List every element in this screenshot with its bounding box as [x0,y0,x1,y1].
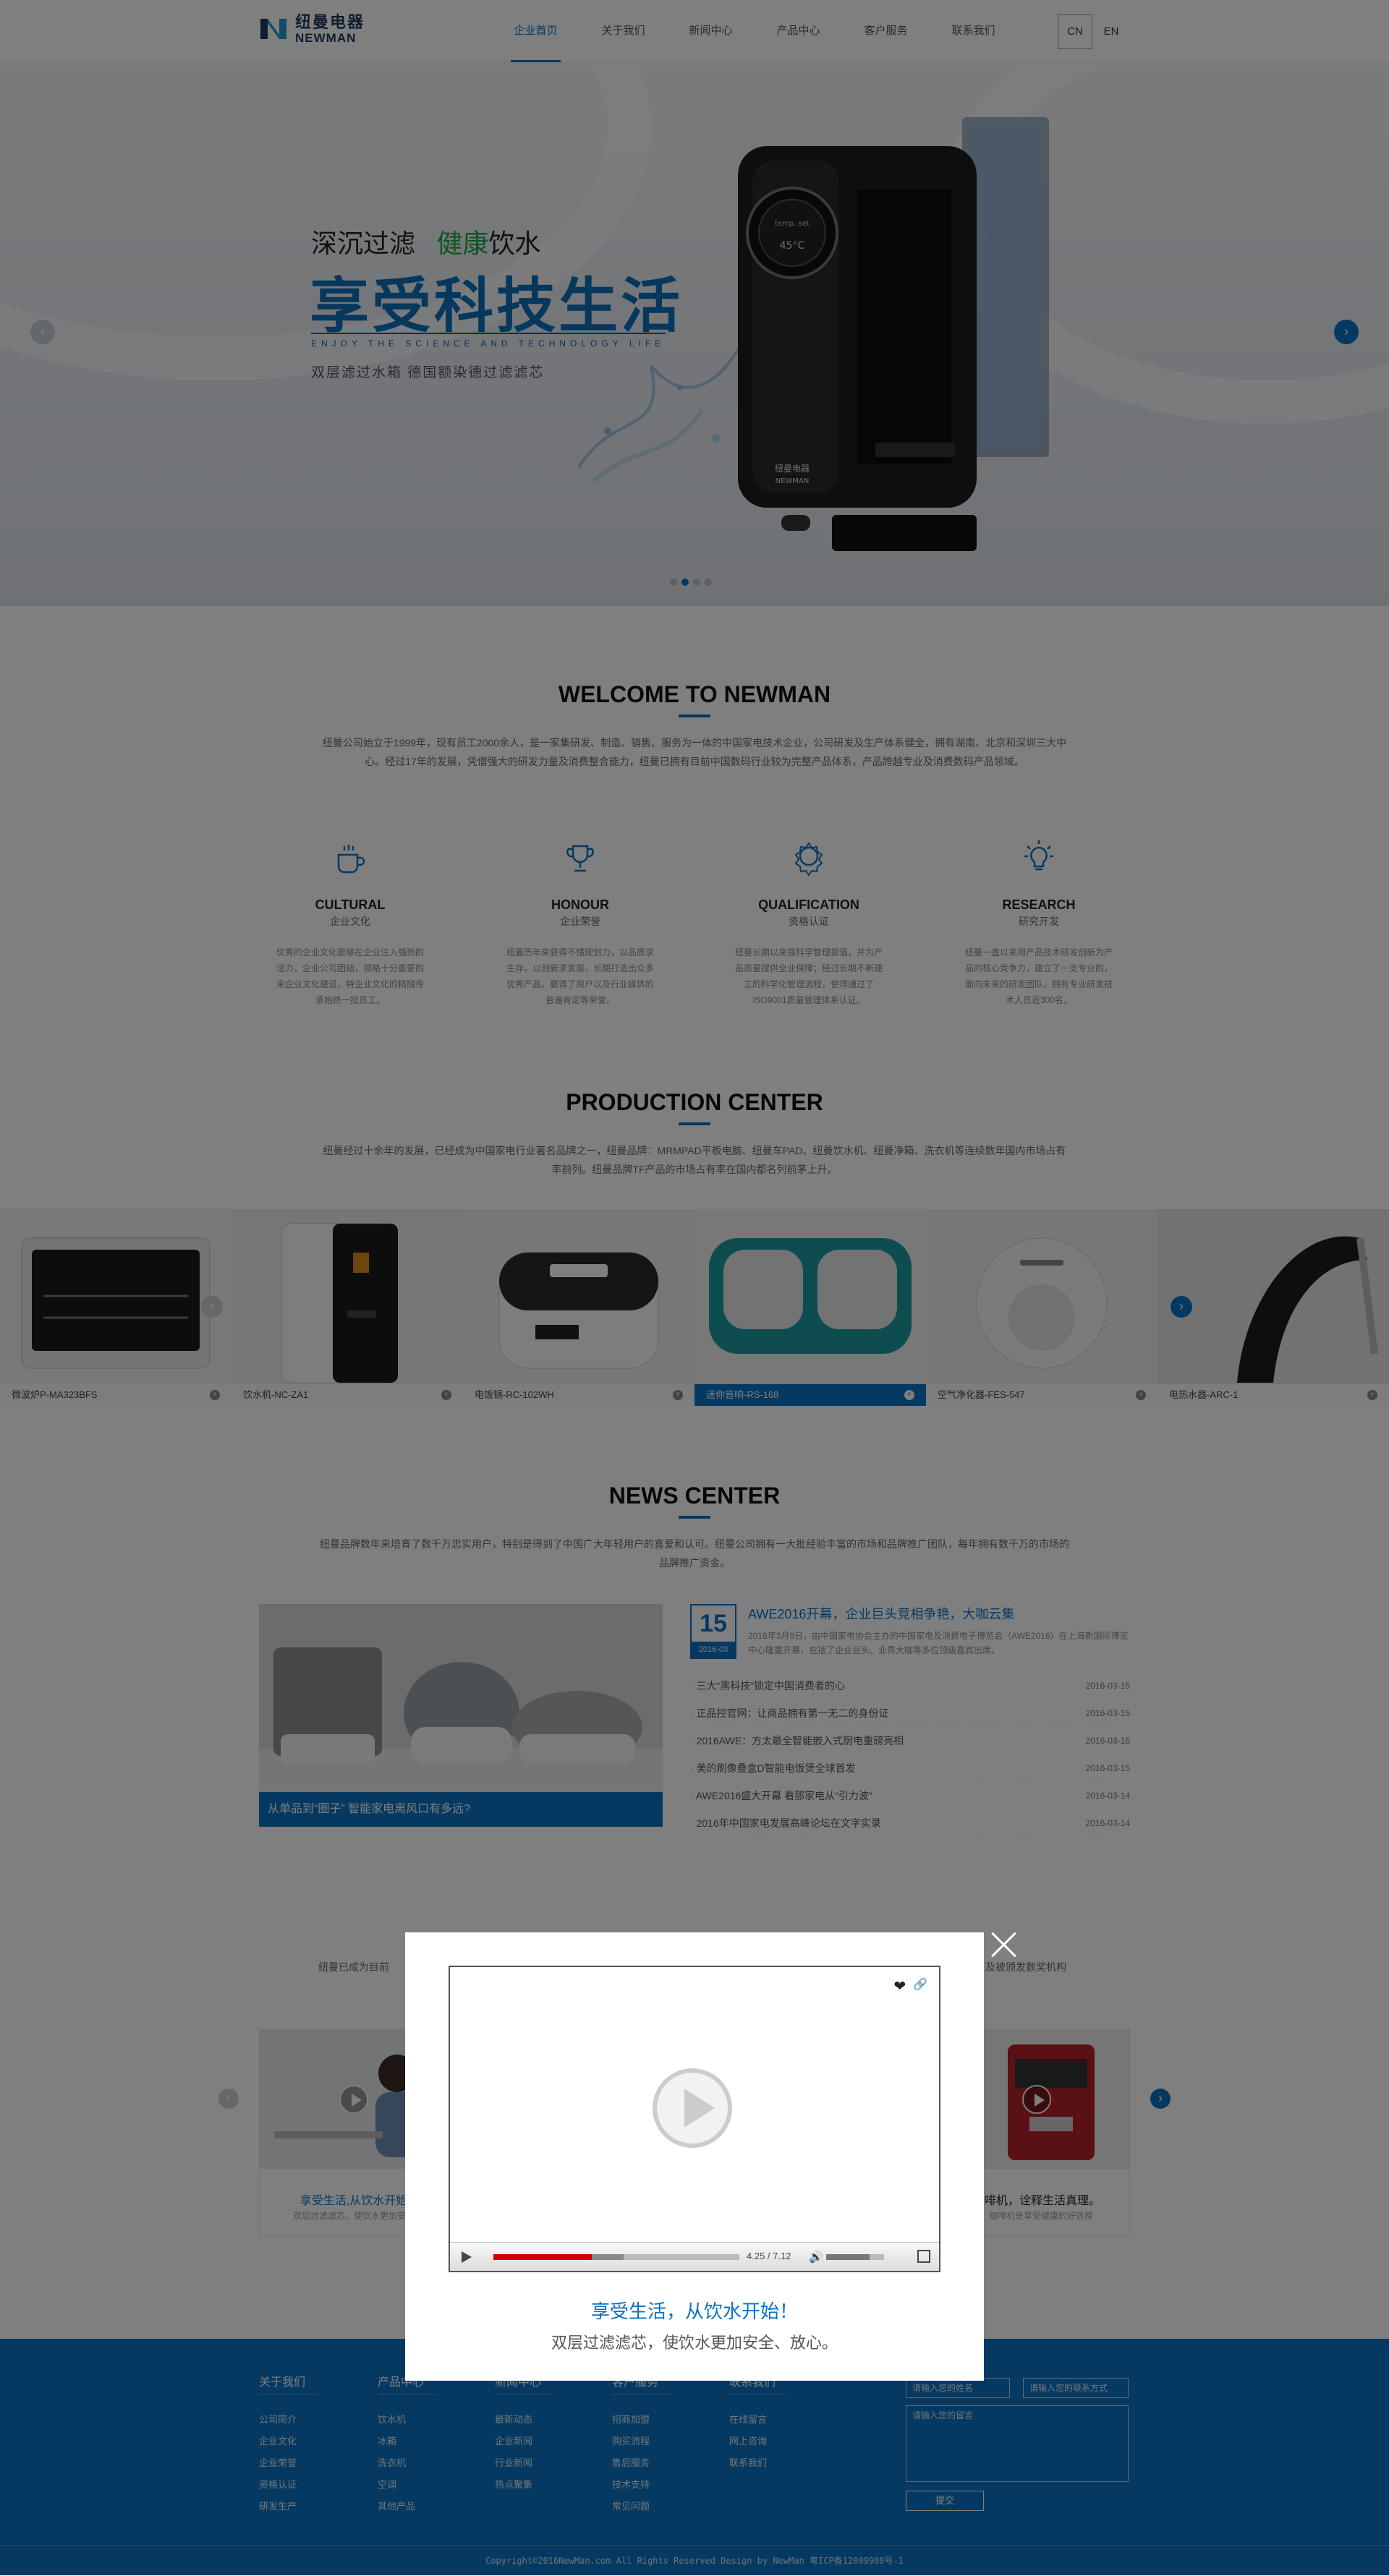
modal-title: 享受生活，从饮水开始！ [590,2300,798,2322]
player-controls: 4.25 / 7.12 🔊 [450,2242,939,2271]
volume-slider[interactable] [826,2254,884,2260]
video-player[interactable]: ❤ 🔗 4.25 / 7.12 🔊 [449,1966,940,2272]
player-top-icons: ❤ 🔗 [893,1977,927,1995]
link-icon[interactable]: 🔗 [913,1977,927,1995]
fullscreen-icon[interactable] [917,2250,930,2263]
heart-icon[interactable]: ❤ [893,1977,906,1995]
close-icon[interactable] [987,1928,1020,1961]
volume-fill [826,2254,870,2260]
play-icon[interactable] [462,2251,472,2263]
volume-icon[interactable]: 🔊 [809,2250,823,2264]
video-modal: ❤ 🔗 4.25 / 7.12 🔊 享受生活，从饮水开始！ 双层过滤滤芯，使饮水… [405,1932,984,2381]
modal-subtitle: 双层过滤滤芯，使饮水更加安全、放心。 [551,2334,838,2352]
big-play-icon[interactable] [653,2068,732,2148]
progress-bar [493,2254,592,2260]
time-display: 4.25 / 7.12 [747,2251,791,2261]
seek-bar[interactable] [493,2254,739,2260]
